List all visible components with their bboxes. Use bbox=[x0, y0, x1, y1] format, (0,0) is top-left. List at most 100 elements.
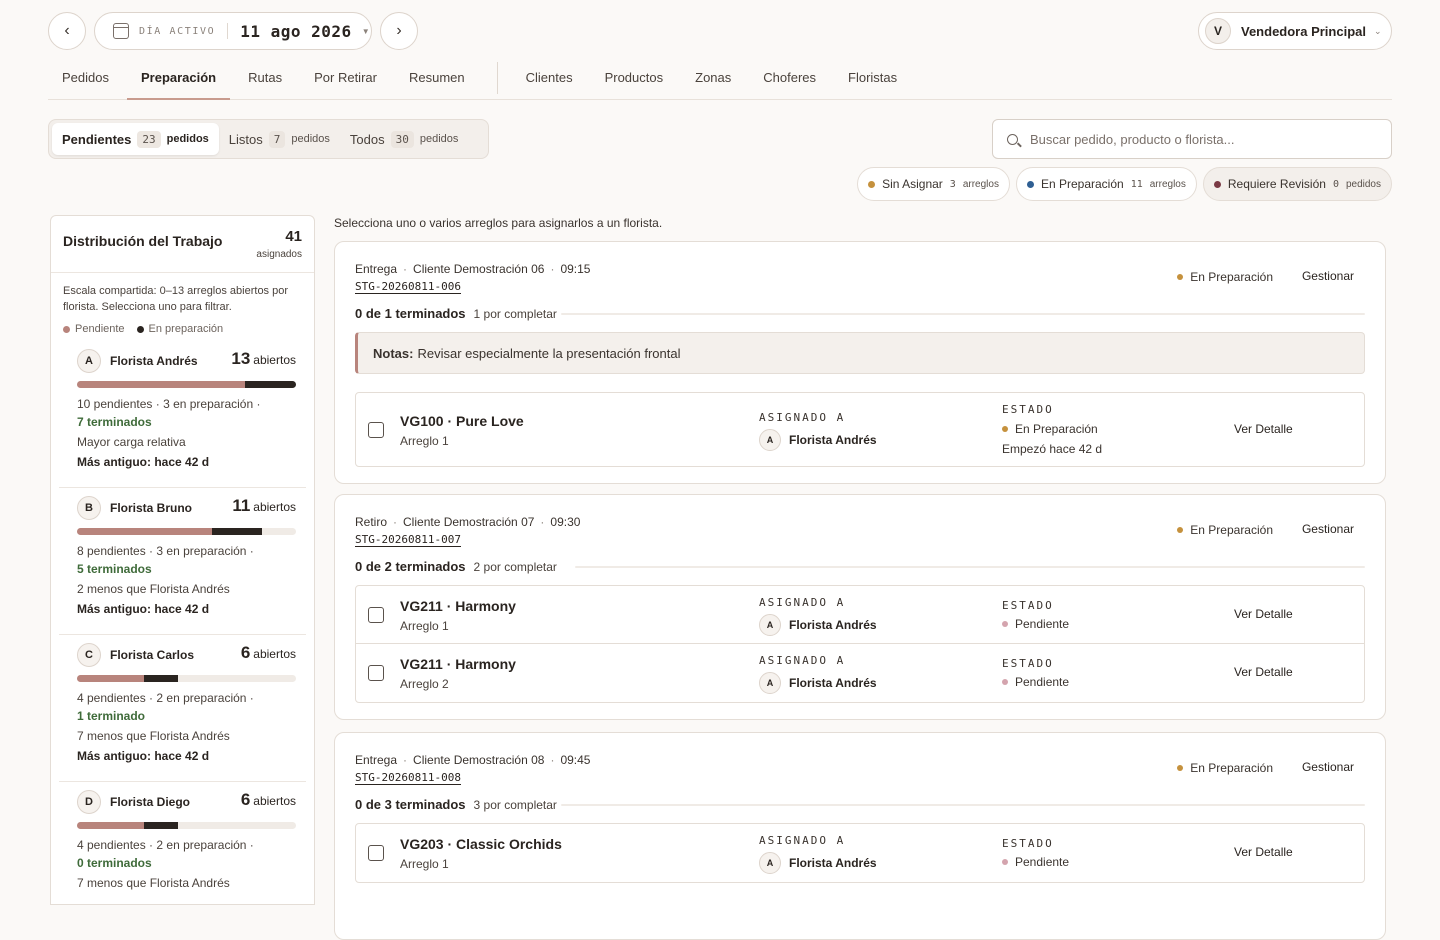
filter-unit: pedidos bbox=[419, 133, 459, 145]
prep-segment bbox=[144, 675, 179, 682]
florist-breakdown: 4 pendientes · 2 en preparación · bbox=[77, 838, 254, 852]
arrangement-checkbox[interactable] bbox=[368, 607, 384, 623]
florist-row[interactable]: C Florista Carlos 6 abiertos 4 pendientes · … bbox=[59, 635, 306, 782]
arrangement-checkbox[interactable] bbox=[368, 665, 384, 681]
tab-right-1[interactable]: Productos bbox=[591, 62, 678, 100]
chip-label: En Preparación bbox=[1040, 177, 1124, 191]
order-type: Entrega bbox=[355, 262, 398, 276]
florist-row[interactable]: B Florista Bruno 11 abiertos 8 pendientes · … bbox=[59, 488, 306, 635]
pending-segment bbox=[77, 381, 246, 388]
assigned-florist[interactable]: A Florista Andrés bbox=[759, 428, 877, 451]
tab-4[interactable]: Resumen bbox=[395, 62, 479, 100]
arrangement-checkbox[interactable] bbox=[368, 845, 384, 861]
open-count: 6 abiertos bbox=[241, 790, 296, 810]
tab-right-2[interactable]: Zonas bbox=[681, 62, 745, 100]
state-heading: ESTADO bbox=[1002, 599, 1054, 612]
progress-done: 0 de 3 terminados bbox=[355, 797, 466, 812]
pending-segment bbox=[77, 822, 145, 829]
progress-remaining: 1 por completar bbox=[473, 306, 557, 321]
arrangement-index: Arreglo 1 bbox=[400, 857, 449, 871]
open-count: 11 abiertos bbox=[232, 496, 296, 516]
florist-finished: 0 terminados bbox=[77, 856, 152, 870]
order-code-link[interactable]: STG-20260811-006 bbox=[355, 280, 461, 294]
manage-button[interactable]: Gestionar bbox=[1302, 269, 1354, 283]
status-text: En Preparación bbox=[1190, 270, 1273, 284]
florist-comparison: Mayor carga relativa bbox=[77, 435, 186, 449]
legend-pending-swatch bbox=[63, 325, 70, 333]
status-text: En Preparación bbox=[1190, 523, 1273, 537]
progress-track bbox=[561, 804, 1365, 806]
legend: Pendiente En preparación bbox=[51, 315, 314, 341]
florist-comparison: 2 menos que Florista Andrés bbox=[77, 582, 230, 596]
manage-button[interactable]: Gestionar bbox=[1302, 760, 1354, 774]
separator: · bbox=[393, 515, 398, 529]
arrangement-list: VG203 · Classic Orchids Arreglo 1 ASIGNADO… bbox=[355, 823, 1365, 883]
assigned-florist[interactable]: A Florista Andrés bbox=[759, 614, 877, 636]
tab-1[interactable]: Preparación bbox=[126, 62, 231, 100]
order-type: Retiro bbox=[355, 515, 388, 529]
tab-right-3[interactable]: Choferes bbox=[749, 62, 830, 100]
tab-right-4[interactable]: Floristas bbox=[834, 62, 911, 100]
order-code-link[interactable]: STG-20260811-008 bbox=[355, 771, 461, 785]
previous-day-button[interactable]: ‹ bbox=[48, 12, 86, 50]
notes-text: Revisar especialmente la presentación fr… bbox=[417, 345, 681, 361]
florist-row[interactable]: A Florista Andrés 13 abiertos 10 pendientes … bbox=[59, 341, 306, 488]
tab-0[interactable]: Pedidos bbox=[48, 62, 123, 100]
state-heading: ESTADO bbox=[1002, 837, 1054, 850]
nav-divider bbox=[496, 62, 498, 94]
status-chip[interactable]: Sin Asignar 3 arreglos bbox=[857, 167, 1010, 201]
progress-track bbox=[561, 313, 1365, 315]
filter-option[interactable]: Pendientes 23 pedidos bbox=[52, 123, 219, 155]
status-dot bbox=[1177, 765, 1184, 771]
avatar: A bbox=[759, 614, 781, 636]
order-progress: 0 de 2 terminados 2 por completar bbox=[355, 559, 557, 574]
assigned-florist[interactable]: A Florista Andrés bbox=[759, 672, 877, 694]
state-text: Pendiente bbox=[1015, 675, 1070, 689]
tab-2[interactable]: Rutas bbox=[234, 62, 296, 100]
assigned-heading: ASIGNADO A bbox=[759, 834, 846, 847]
arrangement-checkbox[interactable] bbox=[368, 421, 384, 438]
user-menu[interactable]: V Vendedora Principal ⌄ bbox=[1198, 12, 1392, 50]
arrangement-row: VG100 · Pure Love Arreglo 1 ASIGNADO A A Flo… bbox=[356, 393, 1364, 466]
state-started: Empezó hace 42 d bbox=[1002, 441, 1103, 456]
florist-name: Florista Bruno bbox=[110, 501, 193, 515]
order-progress: 0 de 3 terminados 3 por completar bbox=[355, 797, 557, 812]
tab-right-0[interactable]: Clientes bbox=[512, 62, 587, 100]
divider bbox=[227, 23, 229, 39]
florist-comparison: 7 menos que Florista Andrés bbox=[77, 729, 230, 743]
selection-hint: Selecciona uno o varios arreglos para as… bbox=[334, 216, 663, 230]
open-number: 13 bbox=[231, 349, 251, 368]
search-input[interactable] bbox=[1030, 131, 1360, 147]
view-detail-button[interactable]: Ver Detalle bbox=[1234, 422, 1293, 436]
open-count: 6 abiertos bbox=[241, 643, 296, 663]
view-detail-button[interactable]: Ver Detalle bbox=[1234, 607, 1293, 621]
florist-row[interactable]: D Florista Diego 6 abiertos 4 pendientes · 2… bbox=[59, 782, 306, 904]
search-box[interactable] bbox=[992, 119, 1392, 159]
active-day-picker[interactable]: DÍA ACTIVO 11 ago 2026 ▼ bbox=[94, 12, 372, 50]
status-text: En Preparación bbox=[1190, 761, 1273, 775]
view-detail-button[interactable]: Ver Detalle bbox=[1234, 845, 1293, 859]
florist-comparison: 7 menos que Florista Andrés bbox=[77, 876, 230, 890]
filter-option[interactable]: Listos 7 pedidos bbox=[219, 123, 340, 155]
chip-label: Requiere Revisión bbox=[1227, 177, 1326, 191]
open-number: 6 bbox=[240, 643, 251, 662]
status-chip[interactable]: Requiere Revisión 0 pedidos bbox=[1202, 167, 1392, 201]
status-chip[interactable]: En Preparación 11 arreglos bbox=[1015, 167, 1197, 201]
status-dot bbox=[1177, 274, 1184, 280]
next-day-button[interactable]: › bbox=[380, 12, 418, 50]
manage-button[interactable]: Gestionar bbox=[1302, 522, 1354, 536]
filter-option[interactable]: Todos 30 pedidos bbox=[340, 123, 469, 155]
order-code-link[interactable]: STG-20260811-007 bbox=[355, 533, 461, 547]
legend-prep-swatch bbox=[136, 325, 144, 333]
arrangement-state: Pendiente bbox=[1002, 617, 1069, 631]
tab-3[interactable]: Por Retirar bbox=[300, 62, 391, 100]
florist-breakdown: 4 pendientes · 2 en preparación · bbox=[77, 691, 254, 705]
florist-breakdown: 10 pendientes · 3 en preparación · bbox=[77, 397, 261, 411]
assigned-label: asignados bbox=[256, 249, 302, 260]
view-detail-button[interactable]: Ver Detalle bbox=[1234, 665, 1293, 679]
chip-count: 3 bbox=[949, 178, 956, 190]
arrangement-list: VG100 · Pure Love Arreglo 1 ASIGNADO A A Flo… bbox=[355, 392, 1365, 467]
order-status: En Preparación bbox=[1177, 761, 1273, 775]
assigned-florist[interactable]: A Florista Andrés bbox=[759, 852, 877, 874]
chip-unit: arreglos bbox=[962, 178, 999, 190]
